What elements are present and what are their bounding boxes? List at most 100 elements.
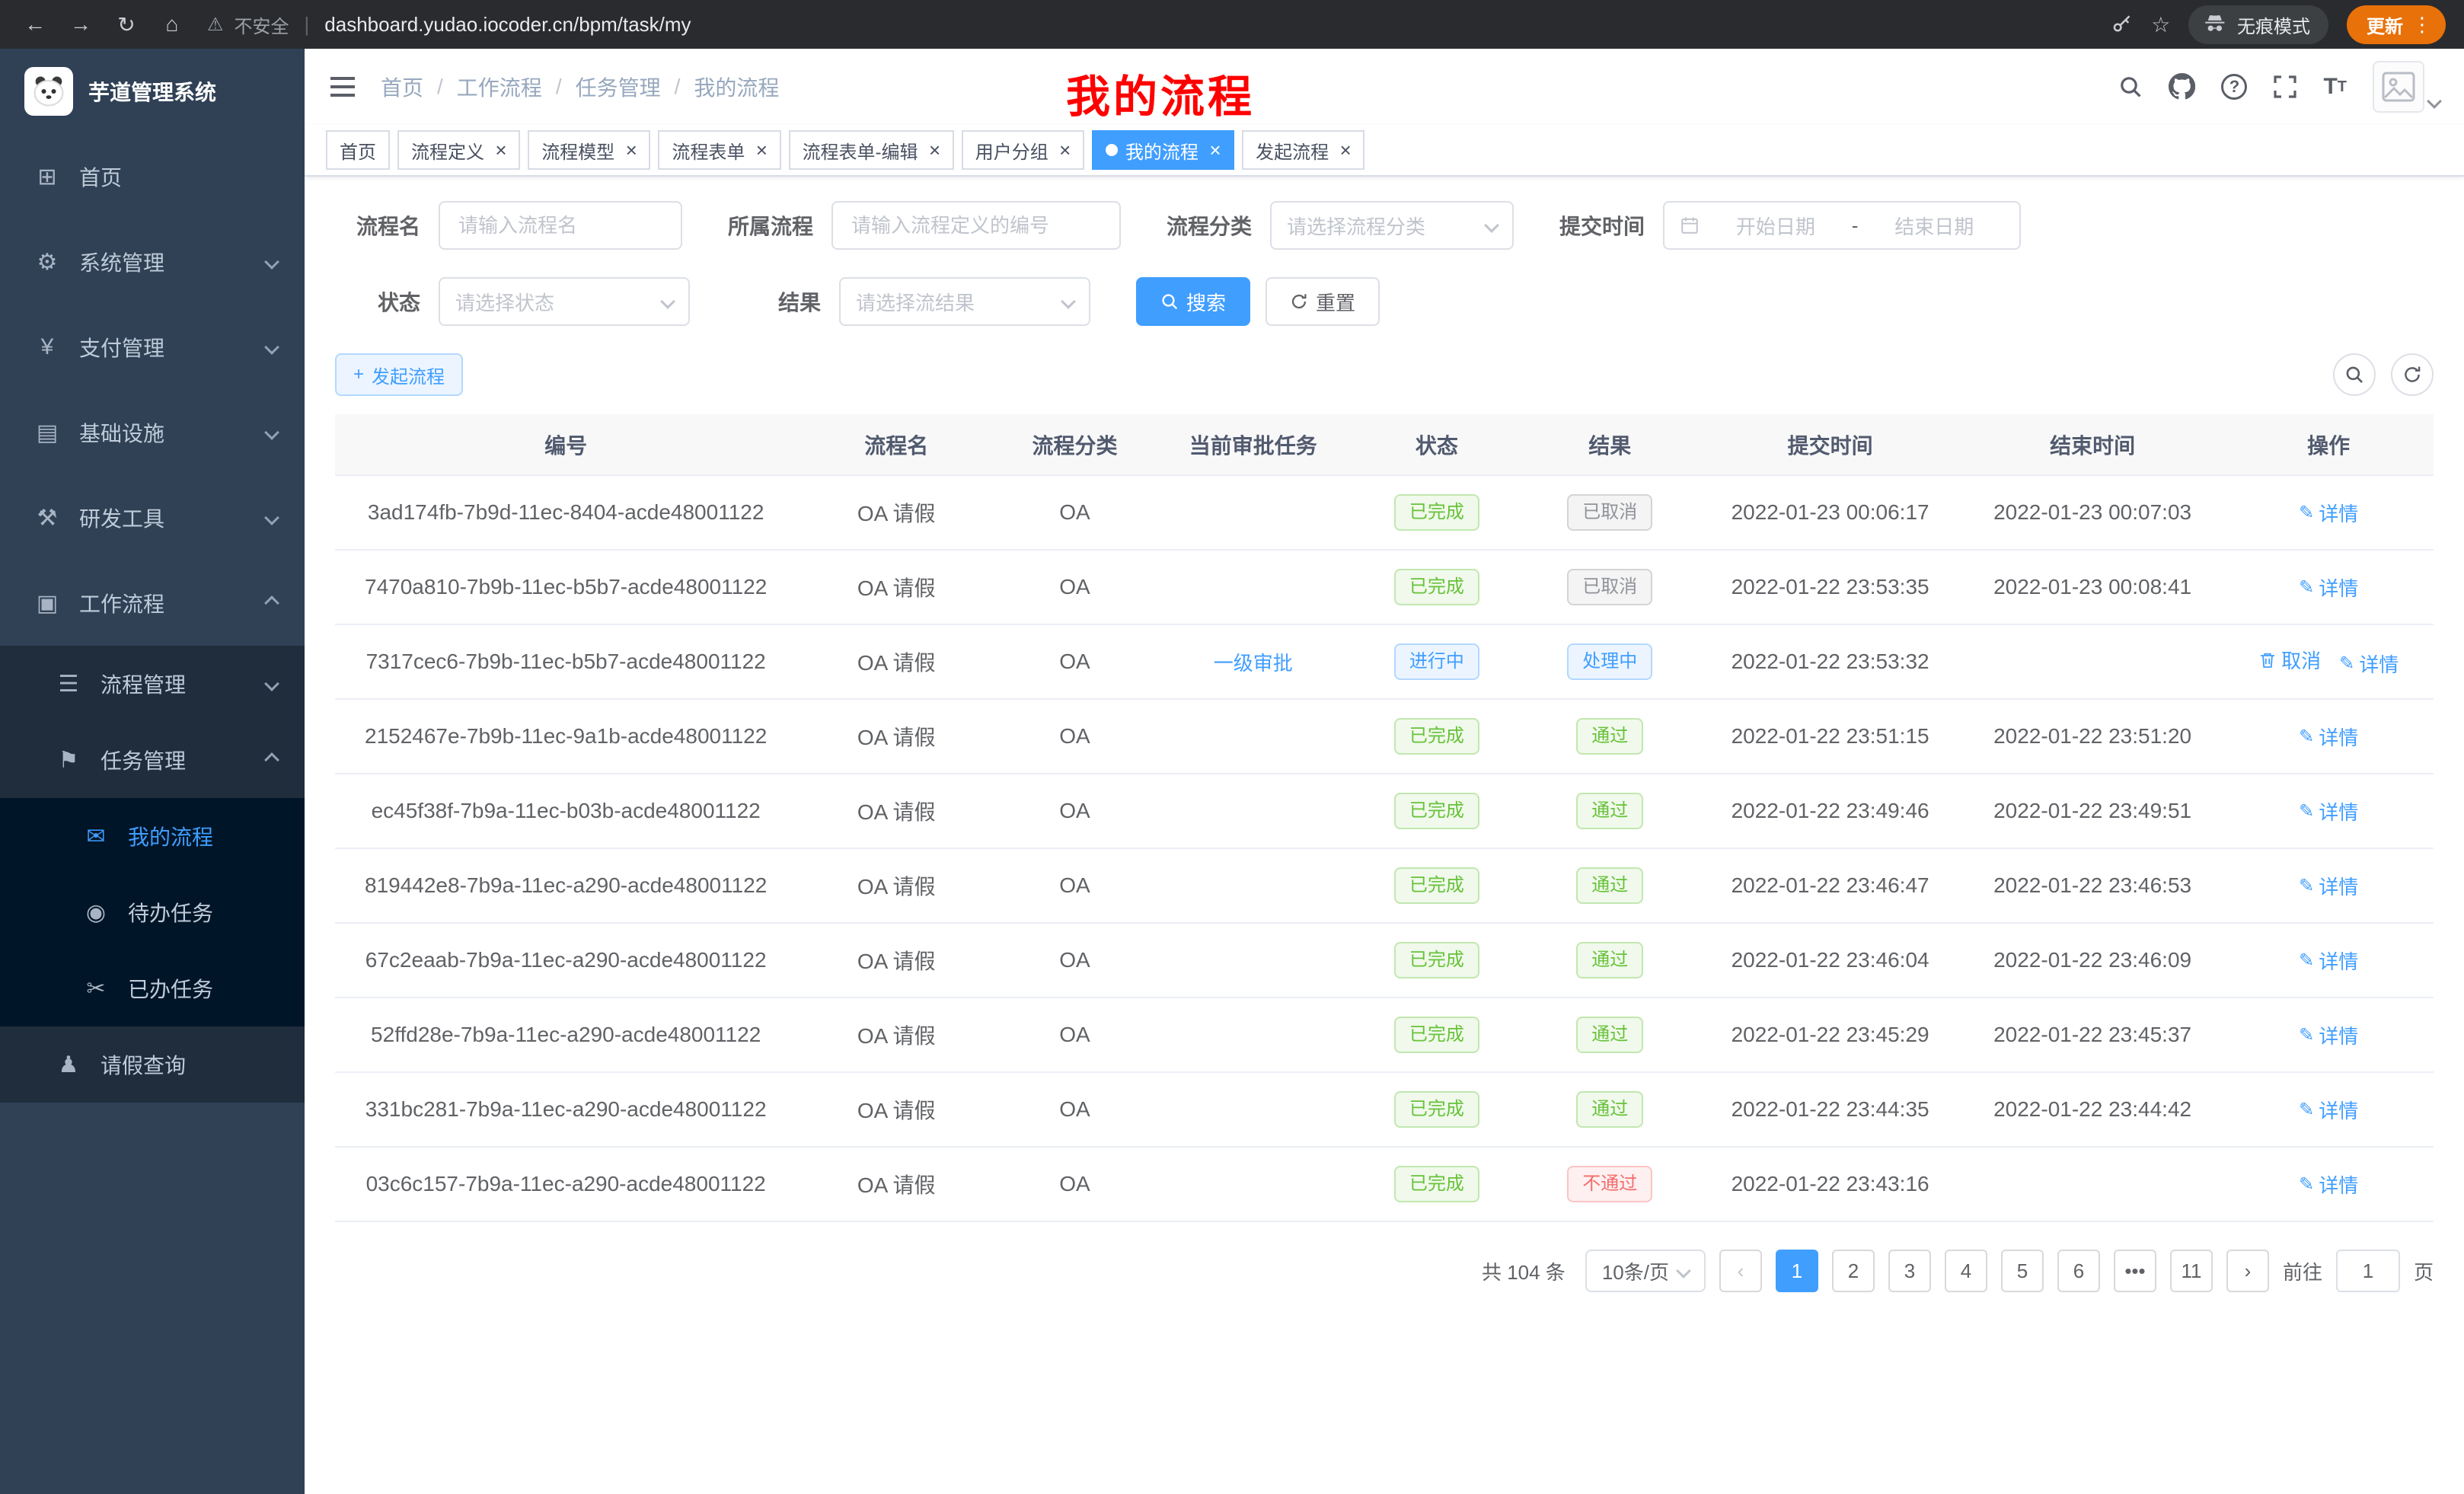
sidebar-item-done-tasks[interactable]: ✂已办任务: [0, 950, 305, 1026]
cancel-button[interactable]: 取消: [2258, 646, 2321, 674]
tab-start-process[interactable]: 发起流程 ×: [1242, 130, 1364, 170]
detail-button[interactable]: ✎详情: [2299, 1170, 2358, 1199]
cell-status: 已完成: [1353, 1072, 1521, 1147]
kebab-menu-icon[interactable]: ⋮: [2412, 13, 2432, 37]
detail-button[interactable]: ✎详情: [2299, 723, 2358, 751]
sidebar-item-my-process[interactable]: ✉我的流程: [0, 798, 305, 874]
category-select[interactable]: 请选择流程分类: [1270, 201, 1514, 250]
reset-button[interactable]: 重置: [1266, 277, 1380, 326]
result-select[interactable]: 请选择流结果: [839, 277, 1090, 326]
breadcrumb-item-workflow[interactable]: 工作流程: [457, 72, 542, 102]
process-definition-input[interactable]: [831, 201, 1121, 250]
sidebar-item-infrastructure[interactable]: ▤基础设施: [0, 390, 305, 475]
close-icon[interactable]: ×: [755, 140, 767, 160]
tab-process-definition[interactable]: 流程定义×: [397, 130, 520, 170]
forward-icon[interactable]: →: [62, 6, 99, 43]
hamburger-icon[interactable]: [329, 75, 356, 99]
jump-page-input[interactable]: [2336, 1250, 2400, 1292]
fullscreen-icon[interactable]: [2273, 75, 2297, 99]
breadcrumb-item-task-management[interactable]: 任务管理: [576, 72, 661, 102]
close-icon[interactable]: ×: [495, 140, 506, 160]
tab-label: 发起流程: [1256, 137, 1329, 164]
close-icon[interactable]: ×: [625, 140, 637, 160]
sidebar-item-workflow[interactable]: ▣工作流程: [0, 560, 305, 646]
page-annotation: 我的流程: [1066, 61, 1255, 125]
prev-page-button[interactable]: ‹: [1719, 1250, 1762, 1292]
tab-process-model[interactable]: 流程模型×: [528, 130, 650, 170]
chevron-up-icon: [264, 595, 279, 611]
sidebar-item-payment-management[interactable]: ¥支付管理: [0, 305, 305, 390]
detail-button[interactable]: ✎详情: [2339, 650, 2399, 678]
key-icon[interactable]: [2111, 13, 2133, 35]
tab-home[interactable]: 首页: [326, 130, 390, 170]
more-pages-button[interactable]: •••: [2114, 1250, 2156, 1292]
column-header: 结果: [1521, 414, 1699, 475]
sidebar-item-dev-tools[interactable]: ⚒研发工具: [0, 475, 305, 560]
cell-end-time: [1961, 1147, 2224, 1221]
detail-button[interactable]: ✎详情: [2299, 872, 2358, 900]
detail-button[interactable]: ✎详情: [2299, 573, 2358, 602]
sidebar-item-system-management[interactable]: ⚙系统管理: [0, 219, 305, 305]
page-button-2[interactable]: 2: [1832, 1250, 1875, 1292]
help-icon[interactable]: ?: [2221, 74, 2247, 100]
detail-button[interactable]: ✎详情: [2299, 1096, 2358, 1124]
page-button-4[interactable]: 4: [1945, 1250, 1987, 1292]
process-name-label: 流程名: [335, 210, 420, 241]
page-button-6[interactable]: 6: [2057, 1250, 2100, 1292]
cell-actions: ✎详情: [2223, 550, 2434, 624]
cell-end-time: 2022-01-23 00:07:03: [1961, 475, 2224, 550]
close-icon[interactable]: ×: [929, 140, 940, 160]
show-search-button[interactable]: [2333, 353, 2376, 396]
sidebar-item-task-management[interactable]: ⚑任务管理: [0, 722, 305, 798]
sidebar-item-home[interactable]: ⊞首页: [0, 134, 305, 219]
search-button[interactable]: 搜索: [1136, 277, 1250, 326]
status-select[interactable]: 请选择状态: [439, 277, 690, 326]
font-size-icon[interactable]: TT: [2323, 74, 2347, 100]
page-button-3[interactable]: 3: [1888, 1250, 1931, 1292]
page-button-11[interactable]: 11: [2170, 1250, 2213, 1292]
filter-category: 流程分类 请选择流程分类: [1167, 201, 1514, 250]
chevron-down-icon: [2427, 94, 2442, 109]
github-icon[interactable]: [2169, 73, 2195, 100]
close-icon[interactable]: ×: [1339, 140, 1351, 160]
sidebar-item-todo-tasks[interactable]: ◉待办任务: [0, 874, 305, 950]
breadcrumb-item-home[interactable]: 首页: [381, 72, 423, 102]
tab-process-form[interactable]: 流程表单×: [658, 130, 780, 170]
detail-button[interactable]: ✎详情: [2299, 499, 2358, 527]
back-icon[interactable]: ←: [17, 6, 53, 43]
current-task-link[interactable]: 一级审批: [1214, 648, 1293, 676]
start-process-button[interactable]: + 发起流程: [335, 353, 463, 396]
tab-my-process[interactable]: 我的流程×: [1092, 130, 1234, 170]
process-table: 编号流程名流程分类当前审批任务状态结果提交时间结束时间操作 3ad174fb-7…: [335, 414, 2434, 1222]
submit-time-range-picker[interactable]: 开始日期 - 结束日期: [1663, 201, 2021, 250]
page-size-select[interactable]: 10条/页: [1585, 1250, 1706, 1292]
user-avatar[interactable]: [2373, 61, 2440, 113]
refresh-table-button[interactable]: [2391, 353, 2434, 396]
close-icon[interactable]: ×: [1209, 140, 1221, 160]
sidebar-item-label: 已办任务: [128, 973, 277, 1004]
search-icon[interactable]: [2118, 75, 2143, 99]
update-button[interactable]: 更新 ⋮: [2347, 5, 2446, 44]
chevron-down-icon: [264, 340, 279, 355]
tab-user-group[interactable]: 用户分组×: [962, 130, 1084, 170]
page-button-5[interactable]: 5: [2001, 1250, 2044, 1292]
next-page-button[interactable]: ›: [2226, 1250, 2269, 1292]
close-icon[interactable]: ×: [1059, 140, 1071, 160]
reload-icon[interactable]: ↻: [108, 6, 145, 43]
detail-button[interactable]: ✎详情: [2299, 947, 2358, 975]
address-bar[interactable]: ⚠ 不安全 | dashboard.yudao.iocoder.cn/bpm/t…: [207, 11, 2111, 38]
cell-status: 已完成: [1353, 475, 1521, 550]
detail-button[interactable]: ✎详情: [2299, 797, 2358, 825]
process-name-input[interactable]: [439, 201, 682, 250]
tab-process-form-edit[interactable]: 流程表单-编辑×: [789, 130, 954, 170]
sidebar-item-process-management[interactable]: ☰流程管理: [0, 646, 305, 722]
column-header: 状态: [1353, 414, 1521, 475]
detail-button[interactable]: ✎详情: [2299, 1021, 2358, 1049]
bookmark-star-icon[interactable]: ☆: [2151, 12, 2170, 37]
sidebar-item-leave-query[interactable]: ♟请假查询: [0, 1026, 305, 1103]
chevron-down-icon: [1061, 294, 1076, 309]
page-button-1[interactable]: 1: [1776, 1250, 1818, 1292]
home-icon[interactable]: ⌂: [154, 6, 190, 43]
cell-submit-time: 2022-01-22 23:46:47: [1699, 848, 1961, 923]
cell-category: OA: [996, 923, 1154, 998]
